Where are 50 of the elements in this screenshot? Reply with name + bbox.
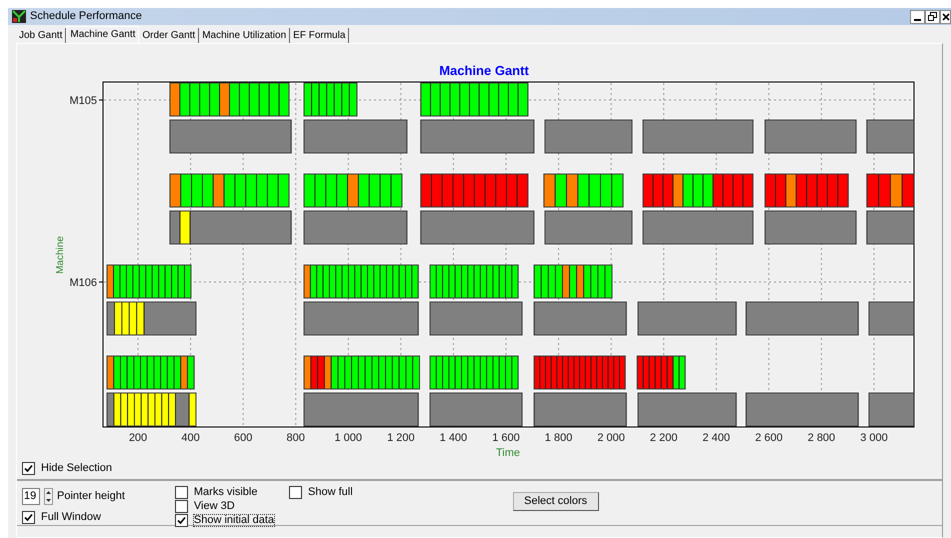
minimize-icon: [914, 18, 921, 20]
y-axis-label: Machine: [55, 236, 66, 274]
checkbox-label: Show initial data: [194, 515, 274, 526]
checkbox-label: Hide Selection: [41, 463, 112, 474]
tab[interactable]: Machine Gantt: [66, 26, 140, 43]
checkbox[interactable]: [174, 514, 188, 527]
x-tick-label: 1 600: [492, 432, 520, 444]
tab[interactable]: Machine Utilization: [199, 28, 290, 43]
tab[interactable]: Order Gantt: [139, 28, 200, 43]
window-title: Schedule Performance: [30, 9, 142, 24]
app-logo-icon: [12, 10, 26, 23]
checkbox[interactable]: [174, 486, 188, 499]
checkbox[interactable]: [22, 462, 35, 475]
y-tick-label: M106: [69, 277, 97, 289]
x-tick-label: 3 000: [860, 432, 888, 444]
x-tick-label: 1 800: [544, 432, 572, 444]
x-axis-label: Time: [496, 447, 520, 459]
checkbox-label: Show full: [308, 487, 353, 498]
x-tick-label: 2 800: [808, 432, 836, 444]
checkbox[interactable]: [22, 511, 35, 524]
spin-buttons[interactable]: [44, 488, 53, 505]
checkbox[interactable]: [174, 500, 188, 513]
close-icon: [942, 12, 950, 20]
x-tick-label: 2 200: [650, 432, 678, 444]
select-colors-button[interactable]: Select colors: [512, 492, 599, 511]
pointer-height-field[interactable]: 19: [22, 488, 40, 505]
up-arrow-icon: [46, 491, 51, 494]
checkbox-label: Marks visible: [194, 487, 258, 498]
checkbox-label: View 3D: [194, 501, 235, 512]
close-button[interactable]: [940, 10, 951, 24]
x-tick-label: 2 400: [702, 432, 730, 444]
tab[interactable]: EF Formula: [290, 28, 350, 43]
pointer-height-label: Pointer height: [57, 489, 125, 504]
x-tick-label: 2 000: [597, 432, 625, 444]
x-tick-label: 1 200: [387, 432, 415, 444]
x-tick-label: 600: [234, 432, 252, 444]
x-tick-label: 800: [286, 432, 305, 444]
chart-title: Machine Gantt: [439, 63, 529, 78]
x-tick-label: 2 600: [755, 432, 783, 444]
restore-button[interactable]: [925, 10, 940, 24]
x-tick-label: 200: [128, 432, 148, 444]
y-tick-label: M105: [69, 95, 97, 107]
x-tick-label: 1 400: [440, 432, 468, 444]
checkbox-label: Full Window: [41, 512, 101, 523]
restore-icon: [928, 12, 937, 21]
down-arrow-icon: [46, 498, 51, 502]
x-tick-label: 1 000: [334, 432, 362, 444]
minimize-button[interactable]: [910, 10, 925, 24]
x-tick-label: 400: [181, 432, 200, 444]
checkbox[interactable]: [289, 486, 302, 499]
